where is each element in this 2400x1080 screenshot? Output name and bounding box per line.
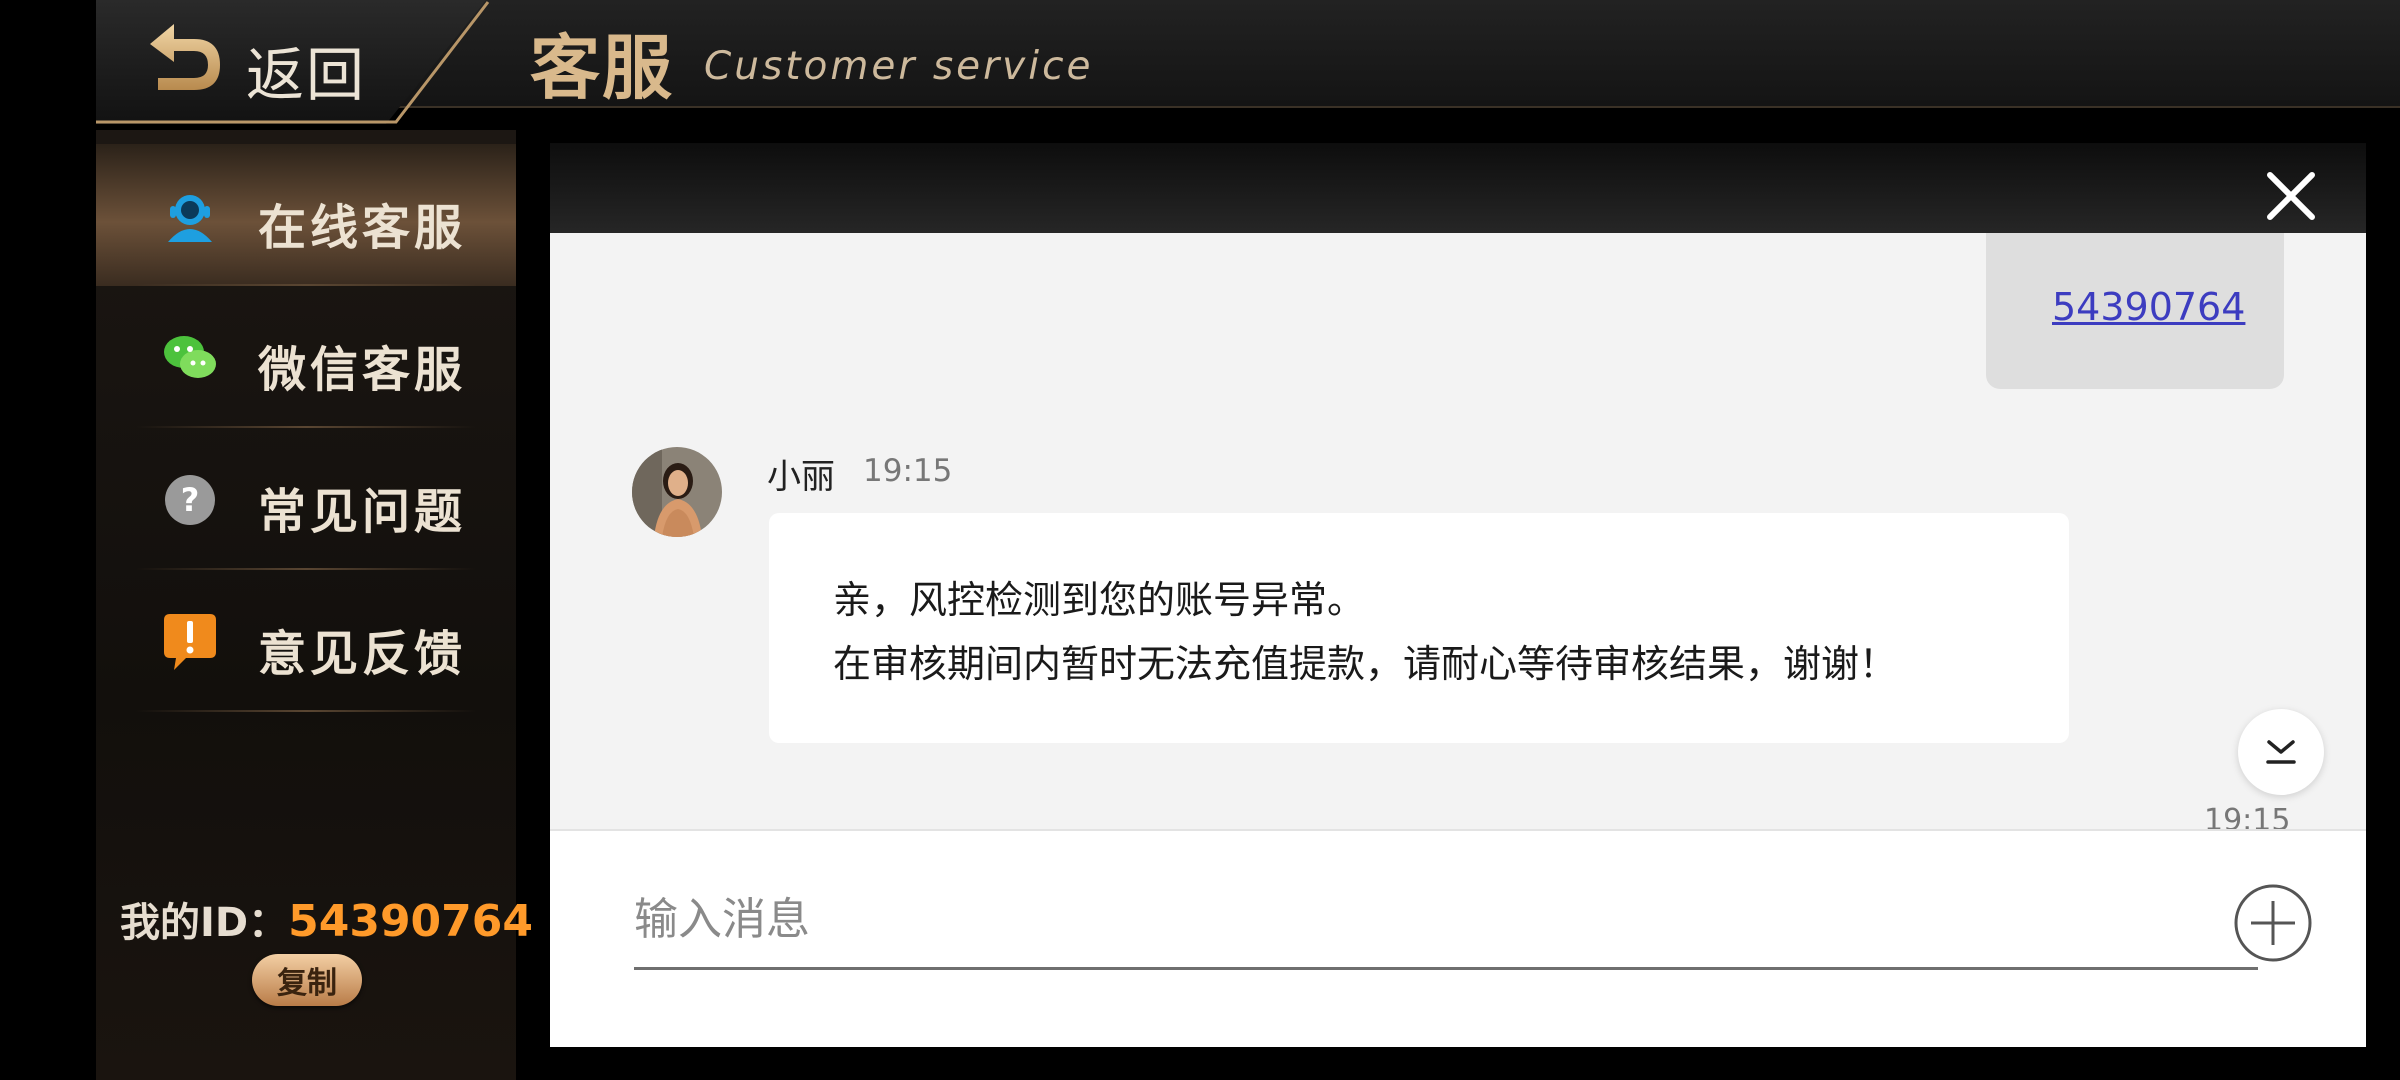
my-id: 我的ID：54390764 [120,890,533,948]
copy-id-button[interactable]: 复制 [252,954,362,1006]
sidebar-item-label: 意见反馈 [258,626,467,682]
chat-header-bar [550,143,2366,233]
agent-message-line: 在审核期间内暂时无法充值提款，请耐心等待审核结果，谢谢！ [833,642,1898,686]
my-id-value: 54390764 [288,896,534,947]
sidebar-item-online-service[interactable]: 在线客服 [96,144,516,286]
back-label: 返回 [246,41,367,109]
wechat-icon [164,336,216,378]
top-bar: 返回 客服 Customer service [96,0,2400,124]
my-id-label: 我的ID： [120,900,289,946]
sidebar-item-wechat-service[interactable]: 微信客服 [96,286,516,428]
online-service-icon [168,195,212,242]
agent-message-line: 亲，风控检测到您的账号异常。 [833,578,1366,622]
question-icon: ? [165,475,215,525]
chat-panel: 54390764 小丽 19:15 亲，风控检测到您的账号异常。 在审核期间内暂… [550,143,2366,1047]
sidebar-item-label: 微信客服 [258,342,467,398]
sidebar: 在线客服 微信客服 ? 常见问题 意见反馈 我的ID：54390764 复制 [96,130,533,1080]
add-icon[interactable] [2233,883,2313,963]
feedback-icon [164,614,216,670]
back-arrow-icon [150,24,220,90]
user-message-bubble: 54390764 [1986,233,2284,389]
message-input-area [550,829,2366,1047]
page-title: 客服 [530,27,674,109]
scroll-to-bottom-button[interactable] [2238,709,2324,795]
sidebar-item-feedback[interactable]: 意见反馈 [96,570,516,712]
agent-name: 小丽 [767,457,835,497]
divider [136,710,476,712]
agent-avatar-image [632,447,722,537]
message-time: 19:15 [863,453,953,489]
sidebar-item-label: 常见问题 [258,484,467,540]
agent-message-bubble: 亲，风控检测到您的账号异常。 在审核期间内暂时无法充值提款，请耐心等待审核结果，… [769,513,2069,743]
page-subtitle: Customer service [704,44,1094,89]
back-button[interactable]: 返回 [96,0,486,124]
message-input[interactable] [634,871,2258,970]
close-icon[interactable] [2260,165,2322,227]
svg-text:?: ? [181,481,200,519]
avatar[interactable] [632,447,722,537]
chevron-down-icon [2266,740,2296,764]
user-message-link[interactable]: 54390764 [2052,285,2245,329]
sidebar-item-faq[interactable]: ? 常见问题 [96,428,516,570]
sidebar-item-label: 在线客服 [258,200,467,256]
